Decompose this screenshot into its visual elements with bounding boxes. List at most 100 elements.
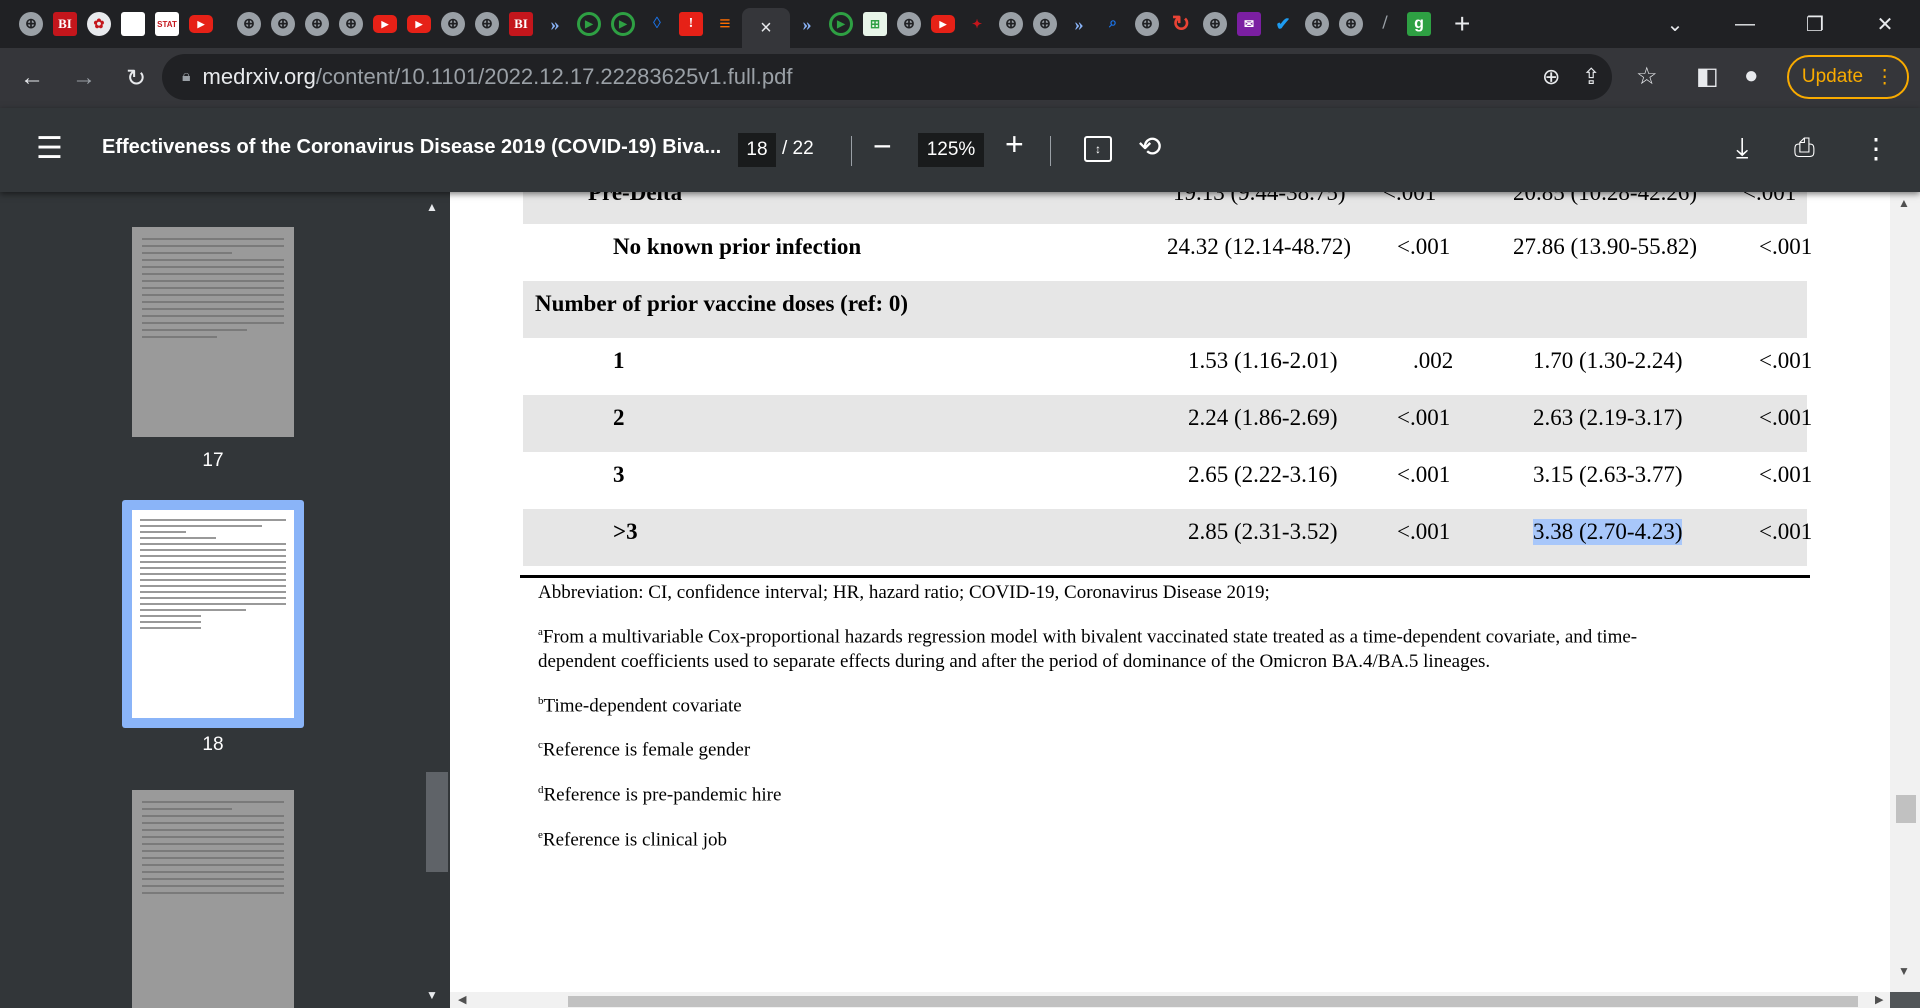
hr-cell: 3.15 (2.63-3.77) xyxy=(1533,462,1683,487)
sidebar-scrollbar-thumb[interactable] xyxy=(426,772,448,872)
globe-icon[interactable]: ⊕ xyxy=(1339,12,1363,36)
pdf-viewer: Pre-Delta 19.13 (9.44-38.75) <.001 20.85… xyxy=(450,192,1920,1008)
page-thumbnail-17[interactable] xyxy=(132,227,294,437)
row-label: Pre-Delta xyxy=(588,192,683,205)
grid-icon[interactable]: ⊞ xyxy=(863,12,887,36)
reload-icon[interactable]: ↻ xyxy=(116,64,156,93)
horizontal-scrollbar-thumb[interactable] xyxy=(568,996,1858,1007)
address-bar[interactable]: 🔒︎ medrxiv.org /content/10.1101/2022.12.… xyxy=(162,54,1612,100)
globe-icon[interactable]: ⊕ xyxy=(441,12,465,36)
tab-strip: ⊕ BI ✿ STAT ▶ ⊕ ⊕ ⊕ ⊕ ▶ ▶ ⊕ ⊕ BI » ▶ ▶ ◊… xyxy=(0,0,1920,48)
lock-icon[interactable]: 🔒︎ xyxy=(182,68,191,86)
youtube-icon[interactable]: ▶ xyxy=(931,15,955,33)
selected-text[interactable]: 3.38 (2.70-4.23) xyxy=(1533,519,1683,545)
twitter-icon[interactable]: ✔ xyxy=(1271,12,1295,36)
globe-icon[interactable]: ⊕ xyxy=(305,12,329,36)
white-square-icon[interactable] xyxy=(121,12,145,36)
p-cell: <.001 xyxy=(1397,519,1451,544)
tab-favicon-bi[interactable]: BI xyxy=(509,12,533,36)
flower-icon[interactable]: ✿ xyxy=(87,12,111,36)
youtube-icon[interactable]: ▶ xyxy=(407,15,431,33)
hamburger-menu-icon[interactable]: ☰ xyxy=(36,134,63,164)
youtube-icon[interactable]: ▶ xyxy=(189,15,213,33)
browser-toolbar: ← → ↻ 🔒︎ medrxiv.org /content/10.1101/20… xyxy=(0,48,1920,108)
forward-icon[interactable]: » xyxy=(543,12,567,36)
back-icon[interactable]: ← xyxy=(12,64,52,92)
refresh-icon[interactable]: ↻ xyxy=(1169,11,1193,36)
globe-icon[interactable]: ⊕ xyxy=(271,12,295,36)
zoom-icon[interactable]: ⊕ xyxy=(1542,64,1560,90)
print-icon[interactable]: ⎙ xyxy=(1794,132,1815,164)
forward-icon[interactable]: » xyxy=(1067,12,1091,36)
scroll-up-icon[interactable]: ▲ xyxy=(426,200,438,214)
search-icon[interactable]: ⌕ xyxy=(1101,12,1125,36)
url-path: /content/10.1101/2022.12.17.22283625v1.f… xyxy=(315,64,793,89)
youtube-icon[interactable]: ▶ xyxy=(373,15,397,33)
share-icon[interactable]: ⇪ xyxy=(1582,64,1600,90)
g-icon[interactable]: g xyxy=(1407,12,1431,36)
bookmark-star-icon[interactable]: ☆ xyxy=(1636,62,1658,91)
download-icon[interactable]: ⤓ xyxy=(1736,132,1748,165)
scroll-up-icon[interactable]: ▲ xyxy=(1898,196,1910,210)
red-badge-icon[interactable]: ! xyxy=(679,12,703,36)
more-options-icon[interactable]: ⋮ xyxy=(1862,132,1890,165)
pdf-toolbar: ☰ Effectiveness of the Coronavirus Disea… xyxy=(0,108,1920,192)
vertical-scrollbar[interactable] xyxy=(1890,192,1920,992)
toolbar-divider xyxy=(1050,136,1051,166)
scroll-left-icon[interactable]: ◀ xyxy=(458,993,466,1006)
red-icon[interactable]: ✦ xyxy=(965,12,989,36)
active-tab[interactable]: × xyxy=(742,8,790,48)
globe-icon[interactable]: ⊕ xyxy=(1135,12,1159,36)
zoom-in-button[interactable]: + xyxy=(1005,126,1024,163)
globe-icon[interactable]: ⊕ xyxy=(1203,12,1227,36)
page-thumbnail-19[interactable] xyxy=(132,790,294,1008)
globe-icon[interactable]: ⊕ xyxy=(897,12,921,36)
tab-favicon-stat[interactable]: STAT xyxy=(155,12,179,36)
p-cell: <.001 xyxy=(1397,462,1451,487)
zoom-level-input[interactable]: 125% xyxy=(918,133,984,167)
play-icon[interactable]: ▶ xyxy=(611,12,635,36)
update-button[interactable]: Update ⋮ xyxy=(1787,55,1909,99)
mail-icon[interactable]: ✉ xyxy=(1237,12,1261,36)
close-window-icon[interactable]: ✕ xyxy=(1850,12,1920,37)
new-tab-button[interactable]: + xyxy=(1454,8,1470,40)
zoom-out-button[interactable]: − xyxy=(873,128,892,165)
hr-cell: 20.85 (10.28-42.26) xyxy=(1513,192,1697,205)
close-icon[interactable]: × xyxy=(760,17,772,40)
profile-avatar-icon[interactable]: ● xyxy=(1744,62,1759,90)
forward-icon[interactable]: » xyxy=(795,12,819,36)
vertical-scrollbar-thumb[interactable] xyxy=(1896,795,1916,823)
page-thumbnail-18[interactable] xyxy=(132,510,294,718)
table-row: 2 2.24 (1.86-2.69) <.001 2.63 (2.19-3.17… xyxy=(523,395,1812,452)
globe-icon[interactable]: ⊕ xyxy=(1305,12,1329,36)
globe-icon[interactable]: ⊕ xyxy=(1033,12,1057,36)
rotate-icon[interactable]: ⟲ xyxy=(1138,130,1161,163)
play-icon[interactable]: ▶ xyxy=(577,12,601,36)
table-row: No known prior infection 24.32 (12.14-48… xyxy=(523,224,1812,281)
globe-icon[interactable]: ⊕ xyxy=(237,12,261,36)
url-host: medrxiv.org xyxy=(202,64,316,89)
hr-cell: 1.70 (1.30-2.24) xyxy=(1533,348,1683,373)
shield-icon[interactable]: ◊ xyxy=(645,12,669,36)
forward-nav-icon[interactable]: → xyxy=(64,64,104,92)
scroll-right-icon[interactable]: ▶ xyxy=(1875,993,1883,1006)
scroll-down-icon[interactable]: ▼ xyxy=(426,988,438,1002)
globe-icon[interactable]: ⊕ xyxy=(339,12,363,36)
slash-icon[interactable]: ⧸ xyxy=(1373,12,1397,36)
scroll-down-icon[interactable]: ▼ xyxy=(1898,964,1910,978)
tab-search-icon[interactable]: ⌄ xyxy=(1640,12,1710,37)
restore-icon[interactable]: ❐ xyxy=(1780,12,1850,37)
globe-icon[interactable]: ⊕ xyxy=(19,12,43,36)
globe-icon[interactable]: ⊕ xyxy=(475,12,499,36)
play-icon[interactable]: ▶ xyxy=(829,12,853,36)
globe-icon[interactable]: ⊕ xyxy=(999,12,1023,36)
page-number-input[interactable]: 18 xyxy=(738,133,776,167)
footnote-c: cReference is female gender xyxy=(538,739,751,761)
stack-icon[interactable]: ≡ xyxy=(713,12,737,36)
tab-favicon-bi[interactable]: BI xyxy=(53,12,77,36)
fit-page-icon[interactable]: ↕ xyxy=(1084,136,1112,162)
pdf-page: Pre-Delta 19.13 (9.44-38.75) <.001 20.85… xyxy=(450,192,1890,992)
side-panel-icon[interactable]: ◧ xyxy=(1696,62,1719,91)
table-row: >3 2.85 (2.31-3.52) <.001 3.38 (2.70-4.2… xyxy=(523,509,1812,566)
minimize-icon[interactable]: — xyxy=(1710,13,1780,36)
